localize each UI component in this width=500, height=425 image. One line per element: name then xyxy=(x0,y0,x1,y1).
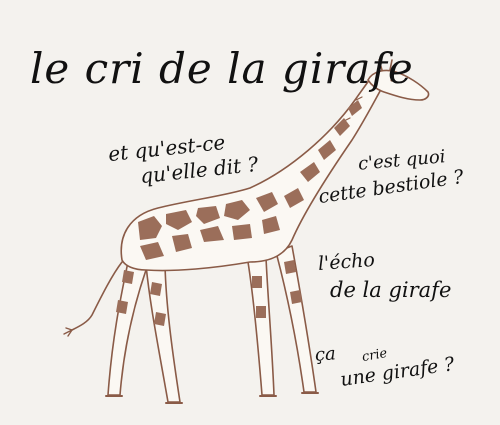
giraffe-leg-rear-right xyxy=(145,264,181,403)
speech-question-4-word1: ça xyxy=(314,343,337,366)
giraffe-leg-front-right xyxy=(275,245,317,393)
speech-question-3-line1: l'écho xyxy=(317,249,376,275)
speech-question-3-line2: de la girafe xyxy=(330,278,452,302)
handwritten-title: le cri de la girafe xyxy=(30,44,414,93)
giraffe-tail xyxy=(71,261,123,331)
giraffe-tail-tuft xyxy=(63,327,73,337)
